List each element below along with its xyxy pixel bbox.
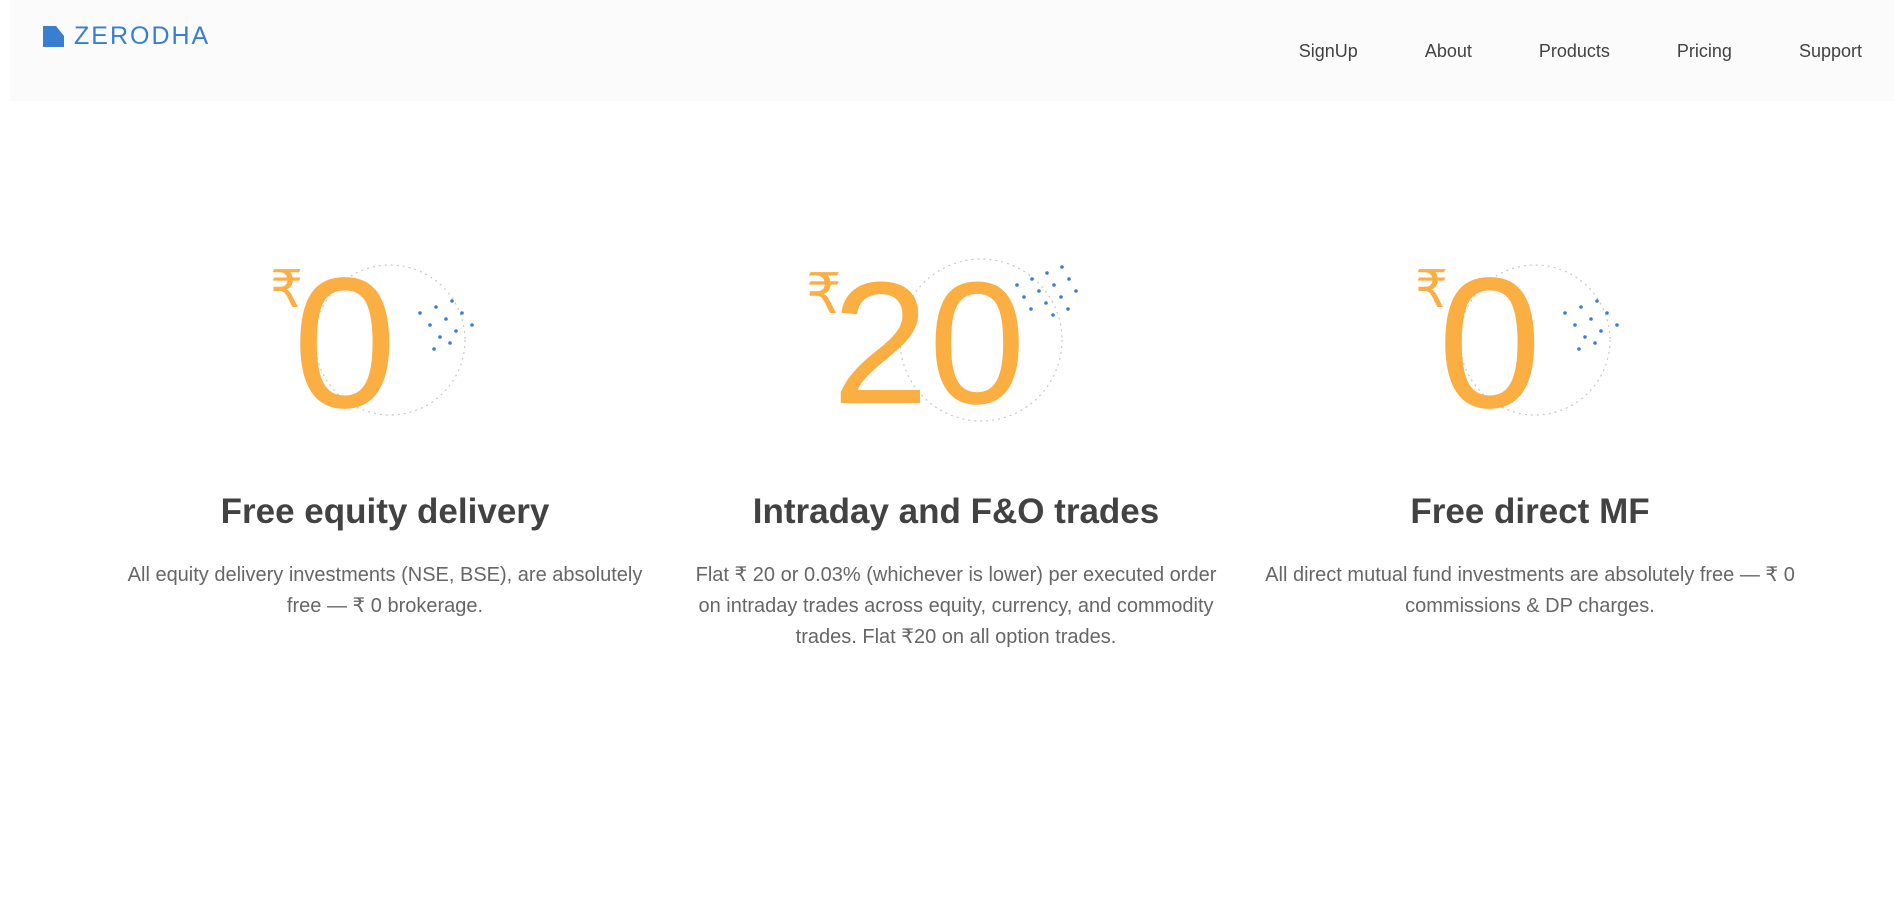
feature-intraday-fo: ₹ 20 Intraday and F&O trades Flat ₹ 20 o…	[681, 255, 1231, 653]
description-line: trades. Flat ₹20 on all option trades.	[795, 626, 1117, 648]
zerodha-logo-icon	[43, 26, 64, 47]
brand-name: ZERODHA	[74, 22, 211, 50]
feature-equity-delivery: ₹ 0 Free equity delivery All equity deli…	[115, 255, 655, 622]
dot-pattern-decoration	[418, 299, 474, 351]
feature-description: All equity delivery investments (NSE, BS…	[115, 560, 655, 622]
description-line: All equity delivery investments (NSE, BS…	[127, 564, 643, 586]
feature-description: Flat ₹ 20 or 0.03% (whichever is lower) …	[681, 560, 1231, 653]
nav-signup-link[interactable]: SignUp	[1299, 41, 1358, 62]
price-amount: 0	[1438, 255, 1541, 425]
feature-direct-mf: ₹ 0 Free direct MF All direct mutual fun…	[1255, 255, 1805, 622]
description-line: Flat ₹ 20 or 0.03% (whichever is lower) …	[695, 564, 1217, 586]
zero-rupee-graphic: ₹ 0	[1415, 255, 1619, 425]
description-line: free — ₹ 0 brokerage.	[286, 595, 484, 617]
feature-title: Free equity delivery	[220, 492, 550, 531]
description-line: All direct mutual fund investments are a…	[1265, 564, 1795, 586]
price-amount: 20	[832, 255, 1026, 425]
nav-pricing-link[interactable]: Pricing	[1677, 41, 1732, 62]
nav-support-link[interactable]: Support	[1799, 41, 1862, 62]
zero-rupee-graphic: ₹ 0	[270, 255, 474, 425]
brand-logo[interactable]: ZERODHA	[43, 22, 210, 51]
twenty-rupee-graphic: ₹ 20	[806, 255, 1078, 425]
navbar: ZERODHA SignUp About Products Pricing Su…	[10, 0, 1894, 101]
nav-links: SignUp About Products Pricing Support	[1299, 41, 1862, 62]
feature-description: All direct mutual fund investments are a…	[1255, 560, 1805, 622]
dot-pattern-decoration	[1563, 299, 1619, 351]
feature-title: Free direct MF	[1410, 492, 1650, 531]
price-amount: 0	[293, 255, 396, 425]
nav-products-link[interactable]: Products	[1539, 41, 1610, 62]
feature-title: Intraday and F&O trades	[752, 492, 1160, 531]
description-line: on intraday trades across equity, curren…	[698, 595, 1214, 617]
description-line: commissions & DP charges.	[1405, 595, 1655, 617]
nav-about-link[interactable]: About	[1425, 41, 1472, 62]
